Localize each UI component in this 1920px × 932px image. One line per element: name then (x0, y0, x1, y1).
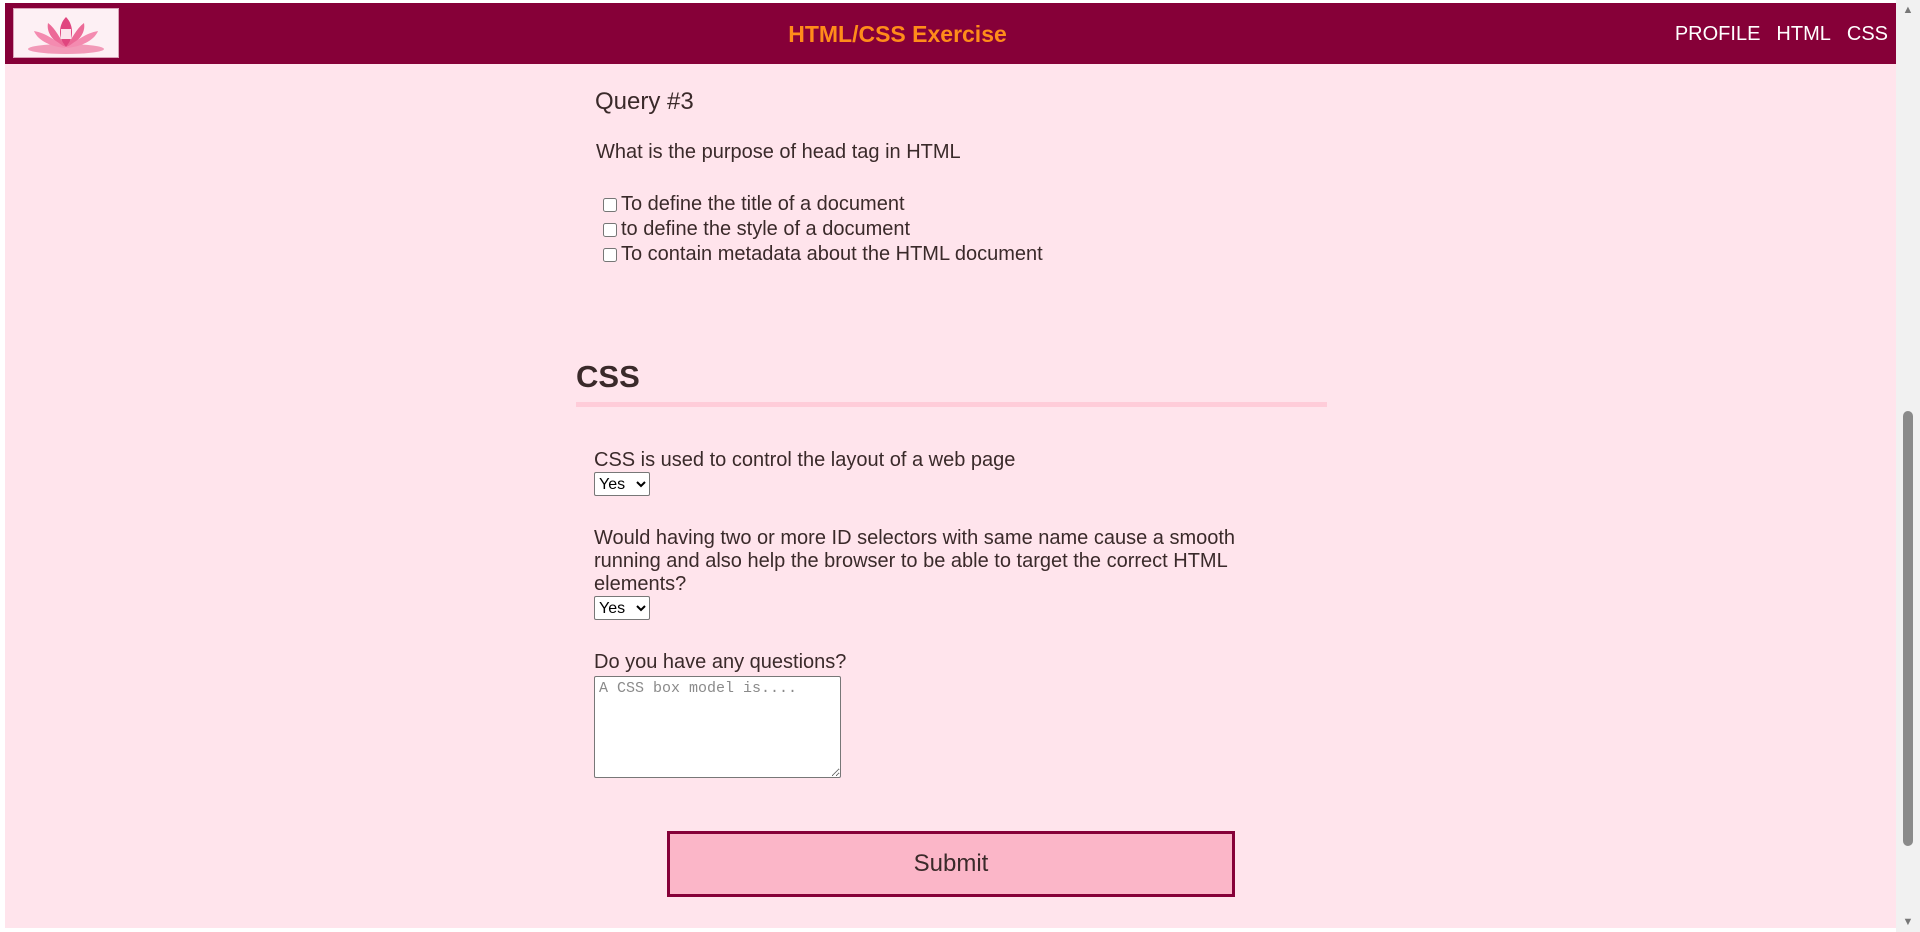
option-label: to define the style of a document (621, 218, 911, 240)
submit-button[interactable]: Submit (667, 831, 1235, 897)
section-divider (576, 402, 1327, 407)
option-label: To contain metadata about the HTML docum… (621, 243, 1043, 265)
option-label: To define the title of a document (621, 193, 905, 215)
option-contain-metadata[interactable]: To contain metadata about the HTML docum… (599, 243, 1043, 266)
option-checkbox[interactable] (603, 222, 617, 237)
top-nav: PROFILE HTML CSS (1675, 23, 1888, 46)
vertical-scrollbar[interactable]: ▲ ▼ (1896, 0, 1920, 932)
option-checkbox[interactable] (603, 247, 617, 262)
css-question-layout: CSS is used to control the layout of a w… (594, 449, 1016, 471)
page-frame: HTML/CSS Exercise PROFILE HTML CSS Query… (5, 3, 1896, 928)
css-layout-select[interactable]: Yes (594, 472, 650, 496)
questions-textarea[interactable] (594, 676, 841, 778)
scrollbar-thumb[interactable] (1903, 411, 1913, 846)
css-question-id-selectors: Would having two or more ID selectors wi… (594, 527, 1236, 595)
query-question: What is the purpose of head tag in HTML (596, 141, 961, 163)
questions-label: Do you have any questions? (594, 651, 847, 673)
scroll-up-arrow-icon[interactable]: ▲ (1896, 0, 1920, 20)
header-bar: HTML/CSS Exercise PROFILE HTML CSS (5, 3, 1896, 64)
section-title-css: CSS (576, 359, 640, 394)
option-define-style[interactable]: to define the style of a document (599, 218, 910, 241)
option-checkbox[interactable] (603, 197, 617, 212)
nav-link-html[interactable]: HTML (1776, 23, 1830, 46)
nav-link-css[interactable]: CSS (1847, 23, 1888, 46)
id-selectors-select[interactable]: Yes (594, 596, 650, 620)
scroll-down-arrow-icon[interactable]: ▼ (1896, 912, 1920, 932)
nav-link-profile[interactable]: PROFILE (1675, 23, 1761, 46)
option-define-title[interactable]: To define the title of a document (599, 193, 905, 216)
query-title: Query #3 (595, 88, 694, 115)
site-title: HTML/CSS Exercise (788, 21, 1007, 47)
